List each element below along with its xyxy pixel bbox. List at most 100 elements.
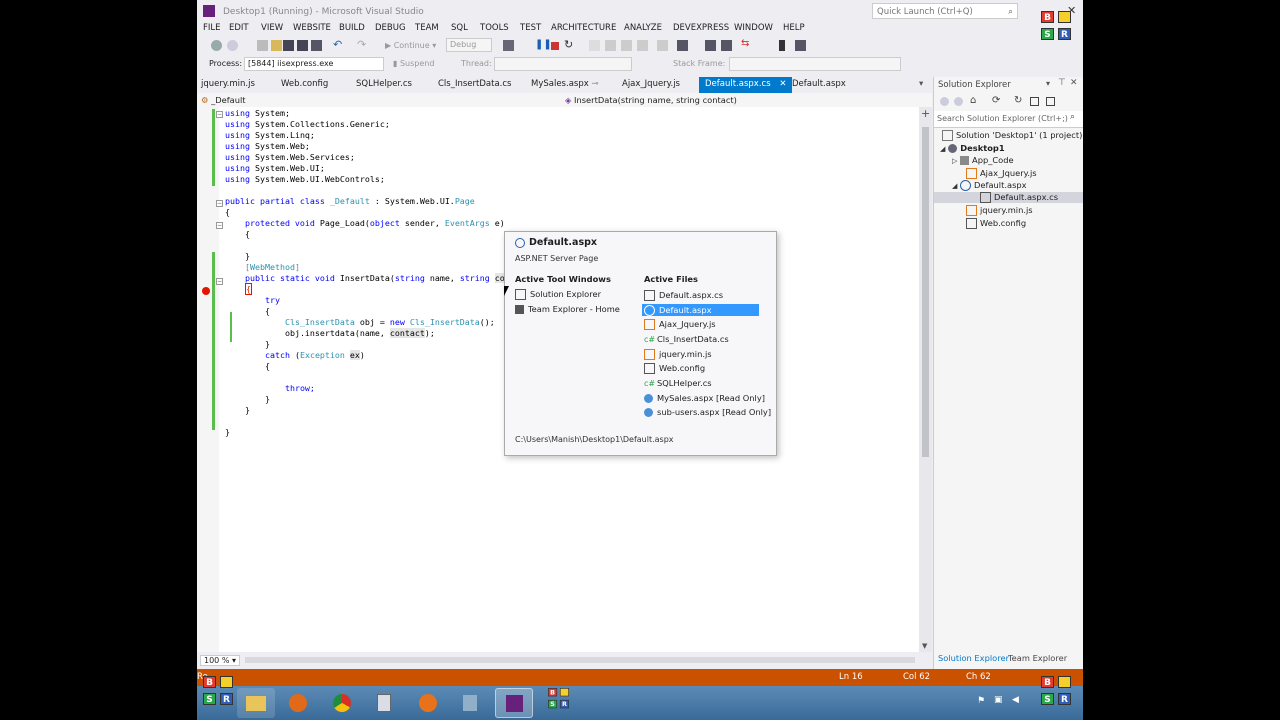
member-dropdown[interactable]: ◈ InsertData(string name, string contact…	[565, 95, 737, 105]
tab-overflow-chevron-down-icon[interactable]: ▾	[919, 79, 923, 89]
solution-explorer-search[interactable]: Search Solution Explorer (Ctrl+;) ⌕	[934, 111, 1083, 128]
thread-dropdown[interactable]	[494, 57, 632, 71]
popup-file-web-config[interactable]: Web.config	[644, 362, 705, 374]
popup-file-sub-users-aspx[interactable]: sub-users.aspx [Read Only]	[644, 406, 771, 418]
scroll-thumb[interactable]	[922, 127, 929, 457]
tray-network-icon[interactable]: ▣	[994, 695, 1003, 705]
menu-architecture[interactable]: ARCHITECTURE	[551, 23, 616, 33]
menu-test[interactable]: TEST	[520, 23, 541, 33]
open-icon[interactable]	[271, 40, 282, 51]
save-icon[interactable]	[283, 40, 294, 51]
pin-icon[interactable]: ⊸	[591, 79, 598, 89]
menu-build[interactable]: BUILD	[339, 23, 365, 33]
tree-ajax-jquery-js[interactable]: Ajax_Jquery.js	[966, 168, 1037, 179]
menu-file[interactable]: FILE	[203, 23, 221, 33]
toggle-icon[interactable]: ⇆	[741, 38, 752, 49]
taskbar-chrome-icon[interactable]	[323, 688, 361, 718]
suspend-button[interactable]: ▮ Suspend	[393, 59, 434, 68]
filter-icon[interactable]	[677, 40, 688, 51]
process-dropdown[interactable]: [5844] iisexpress.exe	[244, 57, 384, 71]
scroll-down-icon[interactable]: ▼	[922, 642, 927, 650]
tray-flag-icon[interactable]: ⚑	[977, 696, 985, 706]
tray-volume-icon[interactable]: ◀	[1012, 695, 1019, 705]
menu-edit[interactable]: EDIT	[229, 23, 249, 33]
forward-icon[interactable]	[954, 97, 963, 106]
tree-default-aspx-cs[interactable]: Default.aspx.cs	[934, 192, 1083, 203]
sync-icon[interactable]: ⟳	[992, 95, 1000, 106]
breakpoint-icon[interactable]	[202, 287, 210, 295]
popup-tool-team-explorer[interactable]: Team Explorer - Home	[515, 303, 620, 315]
new-project-icon[interactable]	[257, 40, 268, 51]
hex-icon[interactable]	[657, 40, 668, 51]
tab-default-aspx-cs[interactable]: Default.aspx.cs ✕	[699, 77, 793, 93]
tab-jquery-min-js[interactable]: jquery.min.js	[201, 79, 255, 89]
close-tab-icon[interactable]: ✕	[779, 79, 786, 89]
popup-tool-solution-explorer[interactable]: Solution Explorer	[515, 288, 601, 300]
tree-app-code[interactable]: ▷ App_Code	[952, 155, 1014, 165]
forward-icon[interactable]	[227, 40, 238, 51]
align-icon[interactable]	[705, 40, 716, 51]
attach-icon[interactable]	[503, 40, 514, 51]
popup-file-default-aspx[interactable]: Default.aspx	[642, 304, 759, 316]
popup-file-sqlhelper-cs[interactable]: c# SQLHelper.cs	[644, 377, 712, 389]
tab-cls-insertdata-cs[interactable]: Cls_InsertData.cs	[438, 79, 511, 89]
tree-web-config[interactable]: Web.config	[966, 218, 1026, 229]
show-all-files-icon[interactable]	[1046, 97, 1055, 106]
collapse-all-icon[interactable]	[1030, 97, 1039, 106]
tree-solution[interactable]: Solution 'Desktop1' (1 project)	[942, 130, 1082, 141]
format-icon[interactable]	[721, 40, 732, 51]
pause-icon[interactable]: ❚❚	[535, 39, 552, 50]
undo-icon[interactable]: ↶	[333, 38, 344, 51]
split-icon[interactable]: +	[921, 107, 930, 120]
collapsed-arrow-icon[interactable]: ▷	[952, 157, 957, 165]
close-panel-icon[interactable]: ✕	[1070, 78, 1078, 88]
tab-mysales-aspx[interactable]: MySales.aspx ⊸	[531, 79, 599, 89]
popup-file-cls-insertdata-cs[interactable]: c# Cls_InsertData.cs	[644, 333, 729, 345]
menu-window[interactable]: WINDOW	[734, 23, 773, 33]
tab-solution-explorer[interactable]: Solution Explorer	[938, 653, 1009, 663]
class-dropdown[interactable]: ⚙ _Default	[201, 95, 246, 105]
back-icon[interactable]	[940, 97, 949, 106]
cut-icon[interactable]	[311, 40, 322, 51]
tree-project-desktop1[interactable]: ◢ Desktop1	[940, 143, 1005, 153]
menu-tools[interactable]: TOOLS	[480, 23, 509, 33]
refresh-icon[interactable]: ↻	[1014, 95, 1022, 106]
tab-sqlhelper-cs[interactable]: SQLHelper.cs	[356, 79, 412, 89]
popup-file-jquery-min-js[interactable]: jquery.min.js	[644, 348, 712, 360]
tree-default-aspx[interactable]: ◢ Default.aspx	[952, 180, 1027, 191]
menu-view[interactable]: VIEW	[261, 23, 283, 33]
step-out-icon[interactable]	[637, 40, 648, 51]
zoom-dropdown[interactable]: 100 % ▾	[200, 655, 240, 666]
home-icon[interactable]: ⌂	[970, 95, 976, 106]
stack-frame-dropdown[interactable]	[729, 57, 901, 71]
collapse-toggle[interactable]: −	[216, 278, 223, 285]
menu-website[interactable]: WEBSITE	[293, 23, 331, 33]
next-bookmark-icon[interactable]	[795, 40, 806, 51]
taskbar-firefox-icon[interactable]	[409, 688, 447, 718]
bookmark-icon[interactable]	[779, 40, 785, 51]
restart-icon[interactable]: ↻	[564, 38, 575, 51]
expanded-arrow-icon[interactable]: ◢	[952, 182, 957, 190]
back-icon[interactable]	[211, 40, 222, 51]
tab-default-aspx[interactable]: Default.aspx	[792, 79, 846, 89]
popup-file-default-aspx-cs[interactable]: Default.aspx.cs	[644, 289, 723, 301]
step-into-icon[interactable]	[605, 40, 616, 51]
collapse-toggle[interactable]: −	[216, 200, 223, 207]
continue-button[interactable]: ▶ Continue ▾	[385, 41, 436, 50]
step-over-icon[interactable]	[621, 40, 632, 51]
panel-menu-icon[interactable]: ▾	[1046, 79, 1050, 88]
stop-icon[interactable]	[551, 42, 559, 50]
redo-icon[interactable]: ↷	[357, 38, 368, 51]
menu-help[interactable]: HELP	[783, 23, 805, 33]
menu-devexpress[interactable]: DEVEXPRESS	[673, 23, 729, 33]
show-next-statement-icon[interactable]	[589, 40, 600, 51]
tab-web-config[interactable]: Web.config	[281, 79, 328, 89]
save-all-icon[interactable]	[297, 40, 308, 51]
collapse-toggle[interactable]: −	[216, 222, 223, 229]
pin-icon[interactable]: ⊤	[1058, 78, 1066, 88]
collapse-toggle[interactable]: −	[216, 111, 223, 118]
configuration-dropdown[interactable]: Debug	[446, 38, 492, 52]
taskbar-media-player-icon[interactable]	[279, 688, 317, 718]
tree-jquery-min-js[interactable]: jquery.min.js	[966, 205, 1033, 216]
menu-team[interactable]: TEAM	[415, 23, 439, 33]
